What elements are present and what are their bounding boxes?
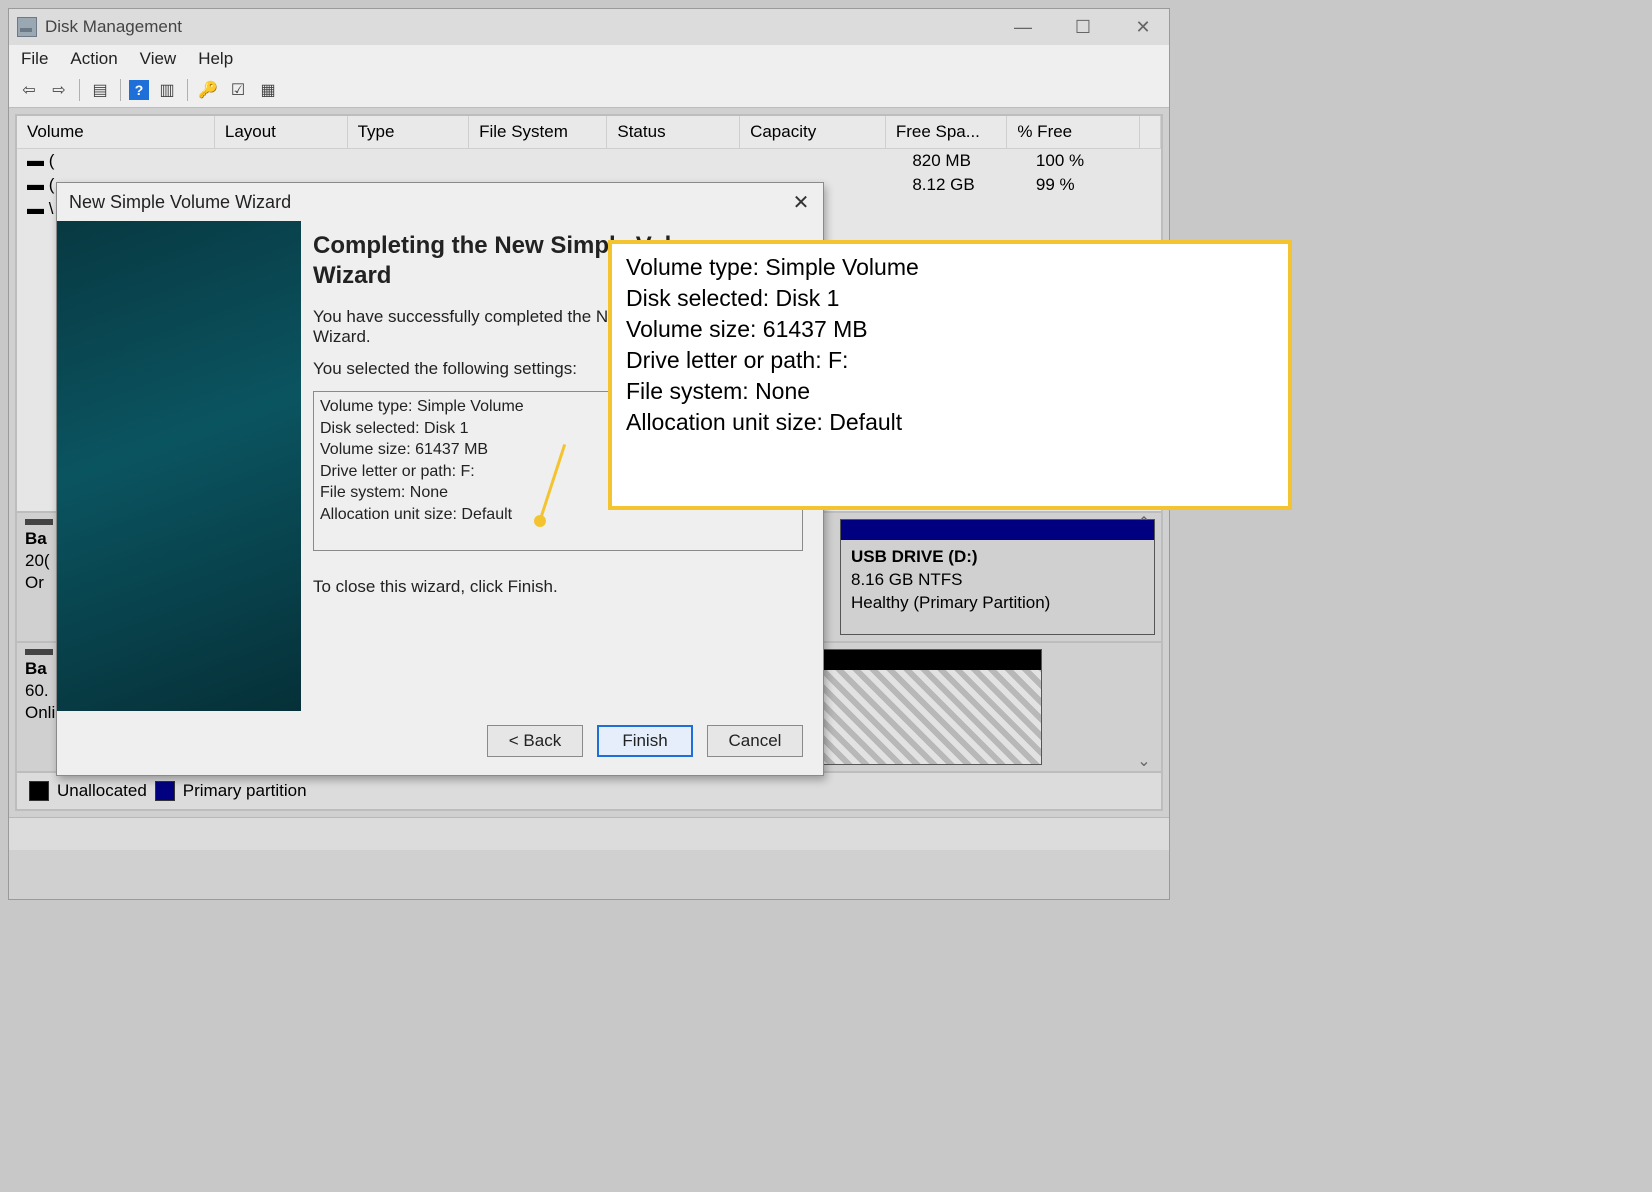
refresh-icon[interactable]: ▥	[155, 78, 179, 102]
menu-action[interactable]: Action	[70, 49, 117, 69]
wizard-footer: < Back Finish Cancel	[57, 711, 823, 771]
partition-size: 8.16 GB NTFS	[851, 570, 962, 589]
cancel-button[interactable]: Cancel	[707, 725, 803, 757]
table-row[interactable]: ▬ ( 820 MB 100 %	[17, 149, 1161, 173]
col-type[interactable]: Type	[348, 116, 470, 148]
legend-unallocated: Unallocated	[57, 781, 147, 801]
cell-percent-free: 99 %	[1026, 173, 1161, 197]
wizard-text-3: To close this wizard, click Finish.	[313, 577, 803, 597]
callout-line: Allocation unit size: Default	[626, 407, 1274, 438]
disk-management-icon	[17, 17, 37, 37]
callout-line: File system: None	[626, 376, 1274, 407]
forward-icon[interactable]: ⇨	[47, 78, 71, 102]
cell-free-space: 820 MB	[902, 149, 1026, 173]
annotation-callout: Volume type: Simple Volume Disk selected…	[608, 240, 1292, 510]
check-icon[interactable]: ☑	[226, 78, 250, 102]
legend-primary: Primary partition	[183, 781, 307, 801]
properties-icon[interactable]: ▤	[88, 78, 112, 102]
wizard-title: New Simple Volume Wizard	[69, 192, 291, 213]
callout-line: Volume size: 61437 MB	[626, 314, 1274, 345]
menubar: File Action View Help	[9, 45, 1169, 73]
wizard-titlebar[interactable]: New Simple Volume Wizard ✕	[57, 183, 823, 221]
scroll-up-icon[interactable]: ⌃	[1137, 513, 1150, 533]
maximize-button[interactable]: ☐	[1057, 9, 1109, 45]
legend-swatch-primary	[155, 781, 175, 801]
legend: Unallocated Primary partition	[15, 773, 1163, 811]
menu-file[interactable]: File	[21, 49, 48, 69]
finish-button[interactable]: Finish	[597, 725, 693, 757]
col-percent-free[interactable]: % Free	[1007, 116, 1140, 148]
menu-view[interactable]: View	[140, 49, 177, 69]
callout-line: Volume type: Simple Volume	[626, 252, 1274, 283]
list-icon[interactable]: ▦	[256, 78, 280, 102]
back-icon[interactable]: ⇦	[17, 78, 41, 102]
col-free-space[interactable]: Free Spa...	[886, 116, 1008, 148]
col-file-system[interactable]: File System	[469, 116, 607, 148]
partition-status: Healthy (Primary Partition)	[851, 593, 1050, 612]
col-volume[interactable]: Volume	[17, 116, 215, 148]
help-icon[interactable]: ?	[129, 80, 149, 100]
volume-list-header: Volume Layout Type File System Status Ca…	[17, 116, 1161, 149]
cell-percent-free: 100 %	[1026, 149, 1161, 173]
partition-header-primary	[841, 520, 1154, 540]
menu-help[interactable]: Help	[198, 49, 233, 69]
disk-icon	[25, 649, 53, 655]
cell-free-space: 8.12 GB	[902, 173, 1026, 197]
minimize-button[interactable]: —	[997, 9, 1049, 45]
callout-line: Drive letter or path: F:	[626, 345, 1274, 376]
wizard-icon[interactable]: 🔑	[196, 78, 220, 102]
statusbar	[9, 817, 1169, 850]
callout-line: Disk selected: Disk 1	[626, 283, 1274, 314]
close-icon[interactable]: ✕	[787, 188, 815, 216]
partition-name: USB DRIVE (D:)	[851, 547, 978, 566]
col-capacity[interactable]: Capacity	[740, 116, 886, 148]
col-status[interactable]: Status	[607, 116, 740, 148]
window-title: Disk Management	[45, 17, 182, 37]
scroll-down-icon[interactable]: ⌄	[1137, 751, 1150, 771]
col-layout[interactable]: Layout	[215, 116, 348, 148]
toolbar: ⇦ ⇨ ▤ ? ▥ 🔑 ☑ ▦	[9, 73, 1169, 108]
disk-icon	[25, 519, 53, 525]
partition[interactable]: USB DRIVE (D:) 8.16 GB NTFS Healthy (Pri…	[840, 519, 1155, 635]
back-button[interactable]: < Back	[487, 725, 583, 757]
titlebar[interactable]: Disk Management — ☐ ✕	[9, 9, 1169, 45]
close-button[interactable]: ✕	[1117, 9, 1169, 45]
legend-swatch-unallocated	[29, 781, 49, 801]
wizard-banner	[57, 221, 301, 711]
